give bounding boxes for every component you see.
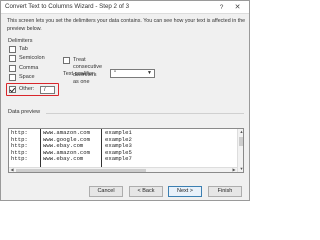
cancel-button[interactable]: Cancel xyxy=(89,186,123,197)
preview-cell: http: xyxy=(11,155,28,163)
comma-checkbox[interactable] xyxy=(9,65,16,72)
semicolon-checkbox[interactable] xyxy=(9,55,16,62)
help-icon[interactable]: ? xyxy=(217,3,226,12)
text-qualifier-label: Text qualifier: xyxy=(63,71,96,77)
tab-checkbox[interactable] xyxy=(9,46,16,53)
other-delimiter-input[interactable]: / xyxy=(40,86,55,94)
scroll-up-icon[interactable]: ▲ xyxy=(238,129,243,135)
intro-text: This screen lets you set the delimiters … xyxy=(7,18,246,32)
close-icon[interactable]: ✕ xyxy=(233,3,242,12)
treat-consecutive-checkbox[interactable] xyxy=(63,57,70,64)
scroll-right-icon[interactable]: ▶ xyxy=(231,167,237,172)
vertical-scrollbar[interactable]: ▲ ▼ xyxy=(237,129,243,172)
horizontal-scrollbar[interactable]: ◀ ▶ xyxy=(9,167,237,172)
title-bar: Convert Text to Columns Wizard - Step 2 … xyxy=(1,1,249,14)
space-checkbox[interactable] xyxy=(9,74,16,81)
semicolon-label: Semicolon xyxy=(19,54,45,61)
space-label: Space xyxy=(19,73,35,80)
finish-button[interactable]: Finish xyxy=(208,186,242,197)
preview-cell: example7 xyxy=(105,155,132,163)
data-preview-box[interactable]: http: www.amazon.com example1 http: www.… xyxy=(8,128,244,173)
scroll-left-icon[interactable]: ◀ xyxy=(9,167,15,172)
preview-rows: http: www.amazon.com example1 http: www.… xyxy=(9,129,237,163)
horizontal-scroll-thumb[interactable] xyxy=(16,168,146,172)
back-button[interactable]: < Back xyxy=(129,186,163,197)
preview-divider xyxy=(46,113,244,114)
delimiters-label: Delimiters xyxy=(8,38,33,44)
vertical-scroll-thumb[interactable] xyxy=(239,137,243,146)
tab-label: Tab xyxy=(19,45,28,52)
data-preview-label: Data preview xyxy=(8,109,41,115)
text-qualifier-value: " xyxy=(114,71,117,77)
comma-label: Comma xyxy=(19,64,39,71)
next-button[interactable]: Next > xyxy=(168,186,202,197)
dialog-title: Convert Text to Columns Wizard - Step 2 … xyxy=(5,3,130,10)
column-break-line[interactable] xyxy=(101,129,102,167)
preview-row: http: www.ebay.com example7 xyxy=(9,156,237,163)
text-to-columns-dialog: Convert Text to Columns Wizard - Step 2 … xyxy=(0,0,250,201)
other-checkbox[interactable] xyxy=(9,86,16,93)
column-break-line[interactable] xyxy=(40,129,41,167)
text-qualifier-select[interactable]: " ▼ xyxy=(110,69,155,78)
other-label: Other: xyxy=(19,85,35,92)
chevron-down-icon[interactable]: ▼ xyxy=(146,70,153,77)
scroll-down-icon[interactable]: ▼ xyxy=(238,166,243,172)
preview-cell: www.ebay.com xyxy=(43,155,84,163)
